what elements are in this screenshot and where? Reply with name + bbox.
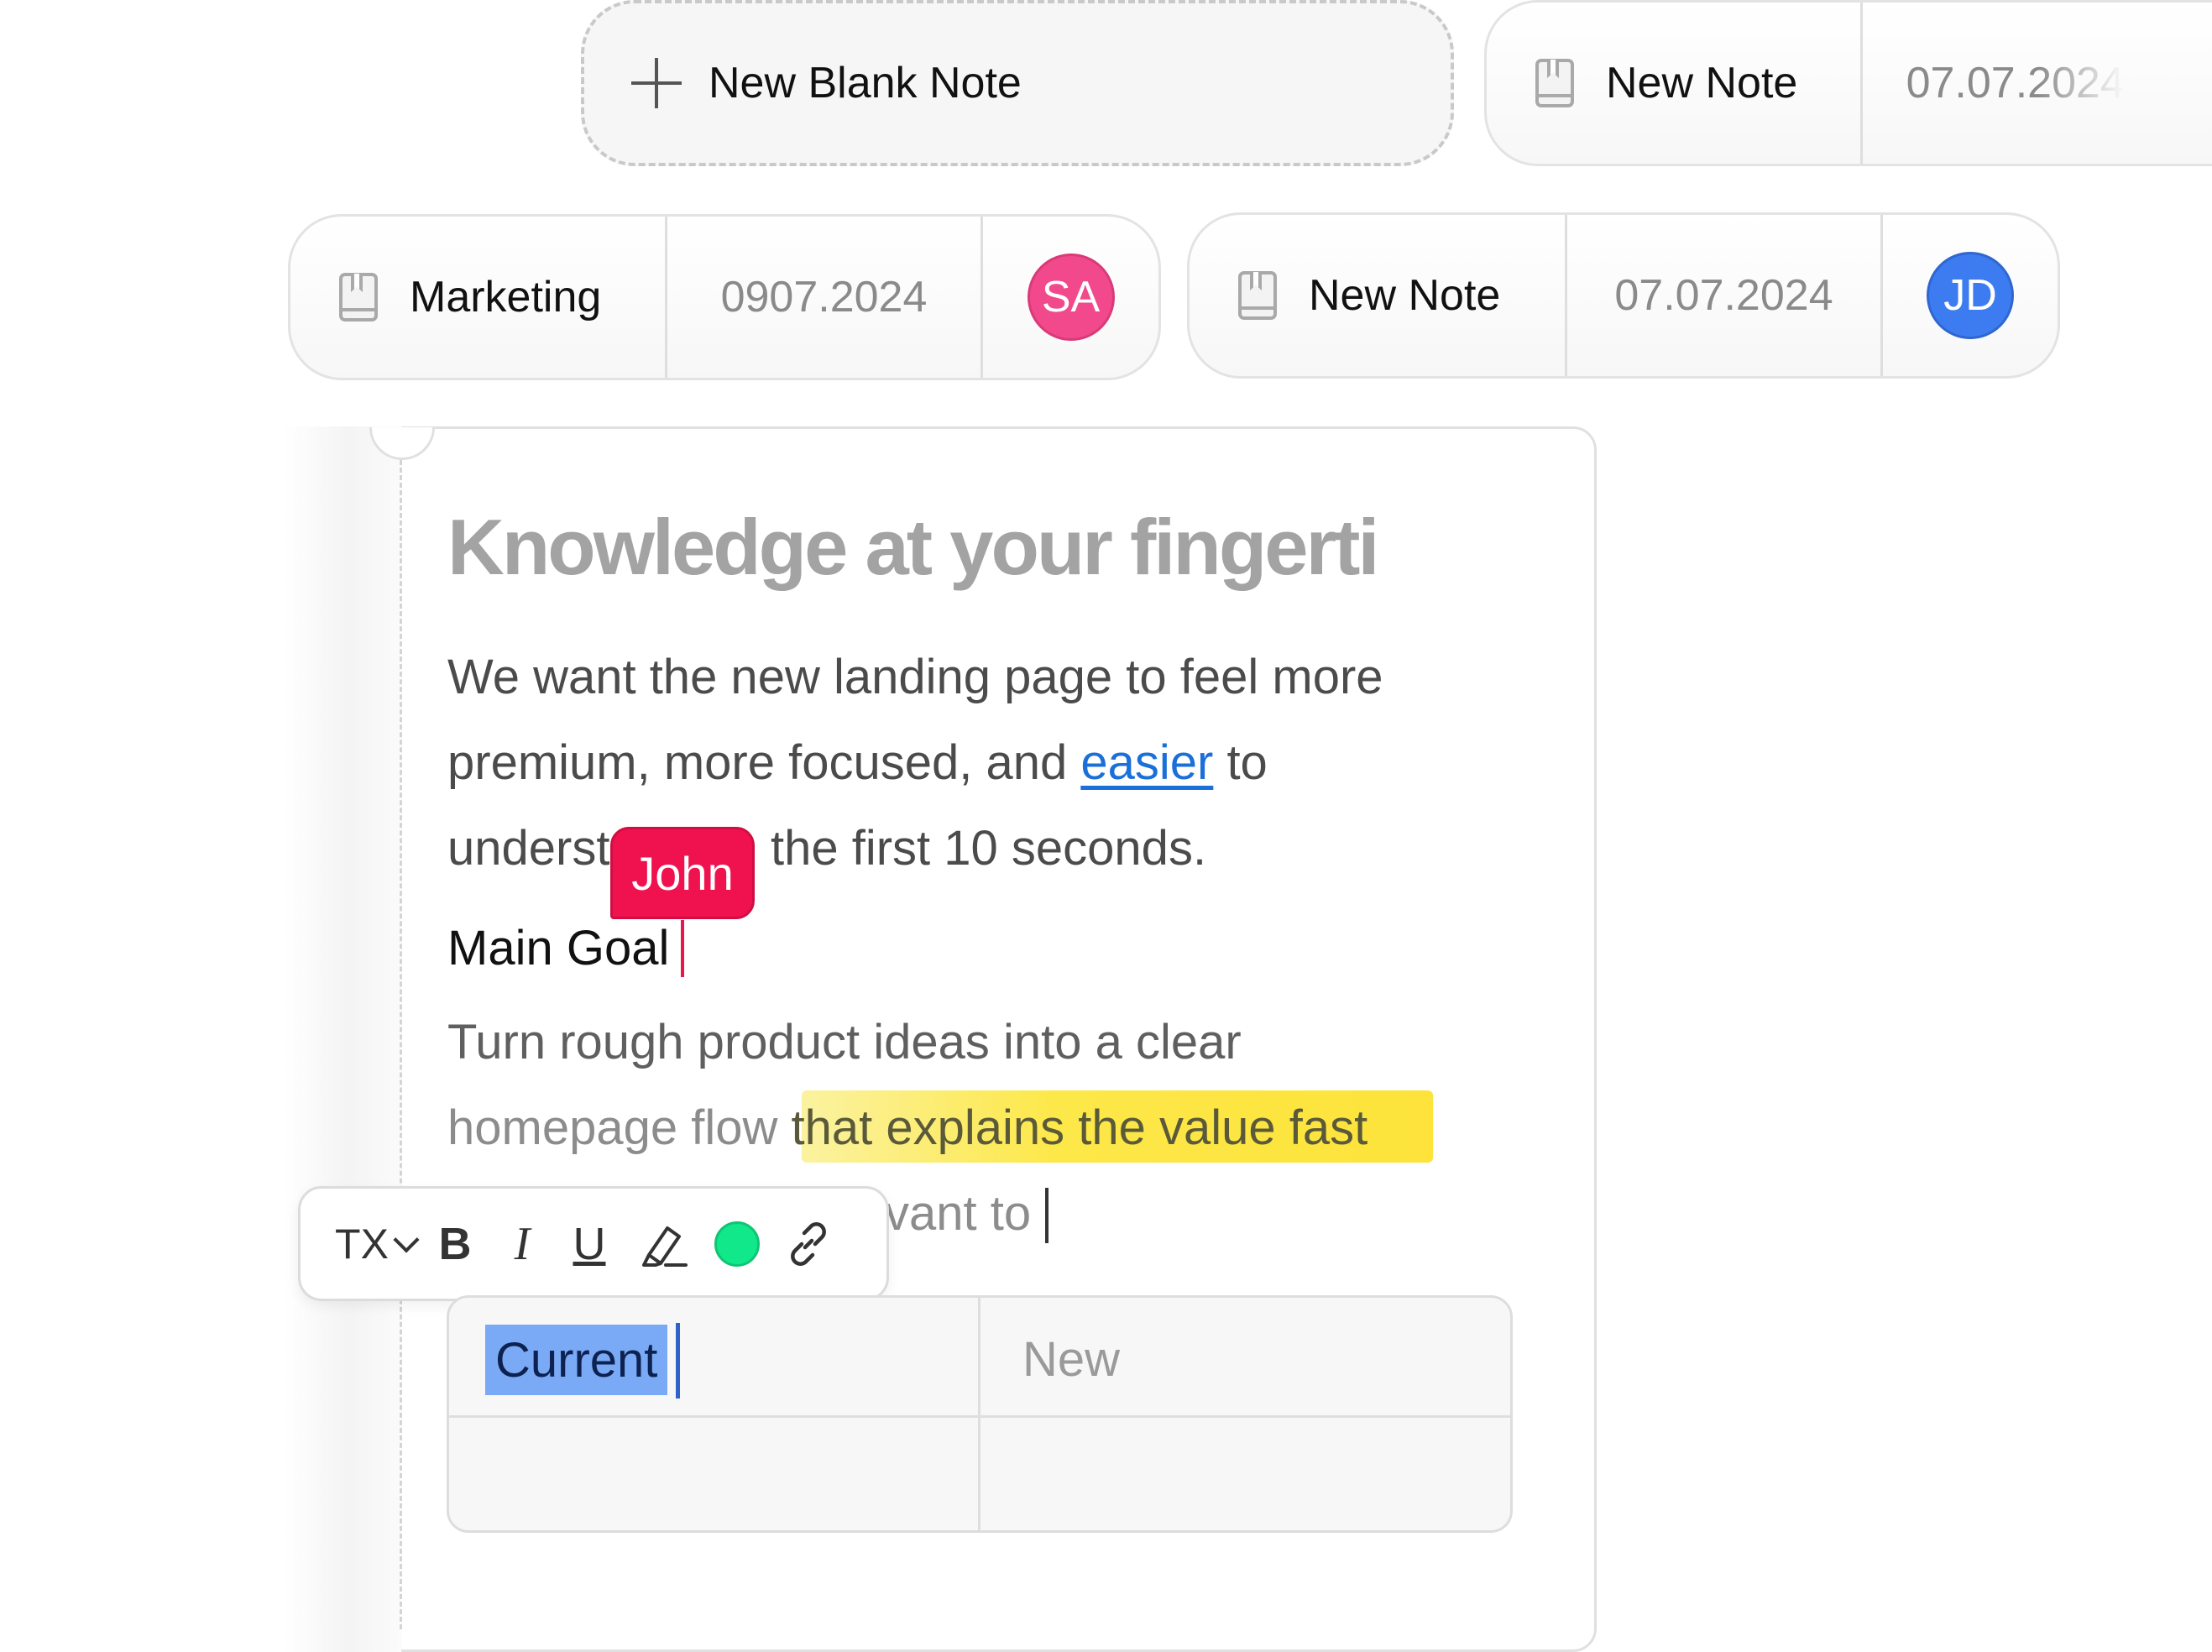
paragraph-line[interactable]: homepage flow that explains the value fa… bbox=[447, 1100, 1367, 1156]
plus-icon bbox=[631, 58, 682, 108]
paragraph-line[interactable]: vant to bbox=[885, 1185, 1031, 1242]
italic-button[interactable]: I bbox=[489, 1210, 556, 1278]
notebook-icon bbox=[1238, 271, 1277, 320]
section-heading[interactable]: Main Goal bbox=[447, 920, 669, 976]
editor-dashed-guide bbox=[400, 460, 402, 1629]
text-span: the first 10 seconds. bbox=[771, 821, 1207, 876]
text-caret bbox=[1045, 1188, 1048, 1243]
underline-button[interactable]: U bbox=[556, 1210, 623, 1278]
note-title-heading[interactable]: Knowledge at your fingerti bbox=[447, 502, 1380, 593]
bold-icon: B bbox=[438, 1218, 472, 1269]
paragraph-line[interactable]: underst bbox=[447, 820, 609, 876]
table-cell-new[interactable]: New bbox=[978, 1298, 1510, 1415]
highlighted-text: that explains the value fast bbox=[791, 1100, 1368, 1155]
note-card-marketing[interactable]: Marketing 0907.2024 SA bbox=[288, 214, 1161, 380]
editor-gutter bbox=[284, 426, 401, 1652]
text-color-button[interactable] bbox=[703, 1210, 771, 1278]
note-card-new-note-top[interactable]: New Note 07.07.2024 bbox=[1484, 0, 2212, 166]
new-blank-note-button[interactable]: New Blank Note bbox=[581, 0, 1454, 166]
table-cell[interactable] bbox=[449, 1418, 978, 1530]
note-date: 07.07.2024 bbox=[1906, 59, 2125, 107]
comparison-table: Current New bbox=[447, 1295, 1513, 1533]
link-icon bbox=[791, 1221, 826, 1266]
text-style-dropdown[interactable]: TX bbox=[329, 1210, 421, 1278]
text-style-label: TX bbox=[335, 1220, 389, 1268]
table-row bbox=[449, 1418, 1510, 1530]
chevron-down-icon bbox=[393, 1226, 420, 1253]
text-span: We want the new landing page to feel mor… bbox=[447, 650, 1383, 704]
table-header-row: Current New bbox=[449, 1298, 1510, 1418]
column-header-new: New bbox=[1022, 1332, 1121, 1387]
text-span: vant to bbox=[885, 1186, 1032, 1241]
new-blank-note-label: New Blank Note bbox=[709, 59, 1022, 107]
paragraph-line[interactable]: premium, more focused, and easier to bbox=[447, 735, 1268, 791]
text-span: to bbox=[1213, 735, 1268, 790]
format-toolbar: TX B I U bbox=[298, 1186, 889, 1301]
table-cell-current[interactable]: Current bbox=[449, 1298, 978, 1415]
note-date: 0907.2024 bbox=[720, 273, 928, 322]
selected-text: Current bbox=[485, 1325, 668, 1395]
highlight-button[interactable] bbox=[623, 1210, 703, 1278]
text-span: Turn rough product ideas into a clear bbox=[447, 1015, 1242, 1069]
italic-icon: I bbox=[514, 1217, 531, 1270]
paragraph-line[interactable]: We want the new landing page to feel mor… bbox=[447, 649, 1383, 705]
color-swatch-icon bbox=[714, 1221, 760, 1267]
collaborator-caret bbox=[681, 920, 684, 977]
collaborator-cursor-label: John bbox=[610, 827, 755, 919]
link-button[interactable] bbox=[771, 1210, 846, 1278]
bold-button[interactable]: B bbox=[421, 1210, 489, 1278]
editor-notch bbox=[369, 427, 435, 460]
text-span: underst bbox=[447, 821, 610, 876]
note-title: New Note bbox=[1309, 271, 1501, 320]
selection-caret bbox=[676, 1323, 680, 1398]
table-cell[interactable] bbox=[978, 1418, 1510, 1530]
inline-link[interactable]: easier bbox=[1080, 735, 1213, 790]
notebook-icon bbox=[339, 273, 378, 322]
text-span: premium, more focused, and bbox=[447, 735, 1081, 790]
note-card-new-note[interactable]: New Note 07.07.2024 JD bbox=[1187, 212, 2060, 379]
avatar[interactable]: SA bbox=[1027, 254, 1115, 341]
paragraph-line[interactable]: Turn rough product ideas into a clear bbox=[447, 1014, 1242, 1070]
note-date: 07.07.2024 bbox=[1614, 271, 1833, 320]
text-span: homepage flow bbox=[447, 1100, 792, 1155]
underline-icon: U bbox=[573, 1218, 606, 1269]
note-title: Marketing bbox=[410, 273, 602, 322]
highlighter-icon bbox=[642, 1226, 688, 1267]
note-title: New Note bbox=[1606, 59, 1798, 107]
notebook-icon bbox=[1535, 59, 1574, 107]
avatar[interactable]: JD bbox=[1927, 252, 2014, 339]
paragraph-line[interactable]: the first 10 seconds. bbox=[771, 820, 1206, 876]
